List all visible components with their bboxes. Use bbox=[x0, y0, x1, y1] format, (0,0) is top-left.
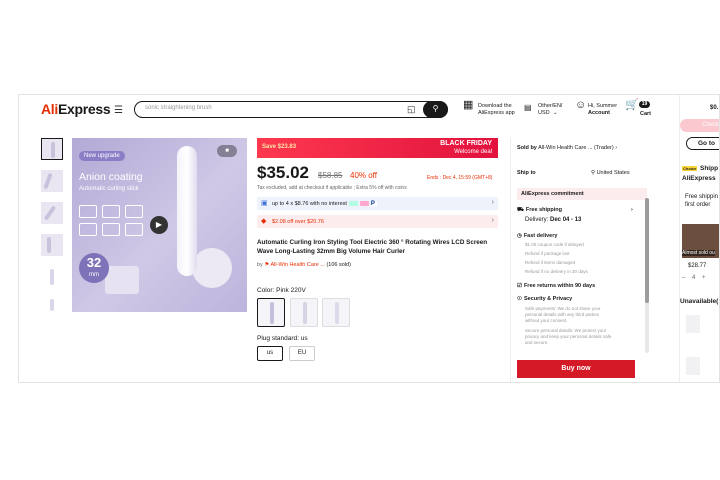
chevron-right-icon: › bbox=[491, 199, 494, 206]
save-amount: Save $23.83 bbox=[262, 144, 297, 150]
color-label: Color: Pink 220V bbox=[257, 287, 306, 294]
chevron-right-icon: › bbox=[615, 145, 618, 151]
paypal-icon: P bbox=[370, 200, 377, 207]
gallery-thumbnail[interactable] bbox=[41, 234, 63, 256]
feature-icon bbox=[102, 223, 120, 236]
clock-icon: ◷ bbox=[517, 233, 522, 239]
image-headline: Anion coating bbox=[79, 171, 143, 183]
truck-icon: ⛟ bbox=[517, 207, 524, 213]
card-icon: ▣ bbox=[261, 200, 268, 207]
black-friday-banner: Save $23.83 BLACK FRIDAY Welcome deal bbox=[257, 138, 498, 158]
tax-note: Tax excluded, add at checkout if applica… bbox=[257, 185, 407, 191]
cart-count-badge: 19 bbox=[639, 101, 650, 108]
product-title: Automatic Curling Iron Styling Tool Elec… bbox=[257, 239, 488, 255]
product-curler-base bbox=[192, 248, 232, 288]
plug-option-us[interactable]: us bbox=[257, 346, 283, 361]
installment-offer[interactable]: ▣ up to 4 x $8.76 with no interest P › bbox=[257, 197, 498, 210]
store-byline: by ⚑ All-Win Health Care ... (106 sold) bbox=[257, 262, 351, 268]
gallery-thumbnail[interactable] bbox=[41, 170, 63, 192]
go-to-cart-button[interactable]: Go to bbox=[686, 137, 719, 150]
image-subline: Automatic curling stick bbox=[79, 186, 139, 192]
video-toggle-button[interactable]: ■ bbox=[217, 145, 237, 157]
search-icon: ⚲ bbox=[432, 104, 439, 113]
fast-delivery-item: Refund if no delivery in 30 days bbox=[525, 269, 588, 274]
chevron-right-icon: › bbox=[491, 217, 494, 224]
color-option[interactable] bbox=[322, 298, 350, 327]
chevron-right-icon: › bbox=[631, 207, 633, 213]
scrollbar-thumb[interactable] bbox=[645, 198, 649, 303]
unavailable-item-image bbox=[686, 315, 700, 333]
fast-delivery-item: Refund if package lost bbox=[525, 251, 570, 256]
event-title: BLACK FRIDAY bbox=[440, 140, 492, 147]
cart-preview-panel: $0. Check Go to Choice Shipp AliExpress … bbox=[679, 95, 719, 382]
menu-icon[interactable]: ☰ bbox=[114, 105, 123, 116]
sold-by-row[interactable]: Sold by All-Win Health Care ... (Trader)… bbox=[517, 145, 617, 151]
afterpay-icon bbox=[348, 200, 358, 206]
free-shipping-row[interactable]: ⛟ Free shipping › bbox=[517, 207, 633, 214]
gallery-thumbnail[interactable] bbox=[41, 296, 63, 318]
gallery-thumbnail[interactable] bbox=[41, 266, 63, 288]
location-icon: ⚲ bbox=[591, 170, 596, 176]
new-upgrade-badge: New upgrade bbox=[79, 151, 125, 161]
ship-to-selector[interactable]: ⚲ United States bbox=[591, 170, 630, 176]
us-flag-icon: ▤ bbox=[524, 103, 532, 112]
product-stand bbox=[105, 266, 139, 294]
main-product-image[interactable]: New upgrade Anion coating Automatic curl… bbox=[72, 138, 247, 312]
commitment-header: AliExpress commitment bbox=[517, 188, 647, 200]
checkout-button[interactable]: Check bbox=[680, 119, 719, 132]
camera-icon[interactable]: ◱ bbox=[407, 104, 416, 115]
coupon-icon: ◆ bbox=[261, 218, 267, 225]
sold-count: (106 sold) bbox=[326, 262, 351, 268]
gallery-thumbnail[interactable] bbox=[41, 138, 63, 160]
gallery-thumbnail[interactable] bbox=[41, 202, 63, 224]
feature-icon bbox=[102, 205, 120, 218]
feature-icon bbox=[79, 205, 97, 218]
event-subtitle: Welcome deal bbox=[454, 149, 492, 155]
original-price: $58.85 bbox=[318, 171, 343, 180]
unavailable-item-image bbox=[686, 357, 700, 375]
video-icon: ■ bbox=[225, 148, 229, 154]
cart-item-price: $28.77 bbox=[688, 263, 707, 269]
coupon-offer[interactable]: ◆ $2.08 off over $20.76 › bbox=[257, 215, 498, 228]
current-price: $35.02 bbox=[257, 163, 309, 182]
security-row: ☉ Security & Privacy bbox=[517, 296, 573, 302]
play-icon: ▶ bbox=[155, 220, 163, 229]
choice-badge: Choice bbox=[682, 166, 698, 171]
aliexpress-logo[interactable]: AliExpress bbox=[41, 101, 111, 117]
header: AliExpress ☰ sonic straightening brush ◱… bbox=[41, 99, 652, 118]
free-returns-row: ☑ Free returns within 90 days bbox=[517, 283, 596, 289]
fast-delivery-row: ◷ Fast delivery bbox=[517, 233, 558, 239]
chevron-down-icon: ⌄ bbox=[553, 110, 558, 116]
fast-delivery-item: Refund if items damaged bbox=[525, 260, 576, 265]
deal-end-time: Ends : Dec 4, 15:59 (GMT+8) bbox=[427, 175, 493, 181]
qty-stepper[interactable]: – 4 + bbox=[682, 275, 706, 281]
cart-icon: 🛒 bbox=[625, 99, 639, 111]
store-link[interactable]: ⚑ All-Win Health Care ... bbox=[264, 262, 325, 268]
search-bar[interactable]: sonic straightening brush ◱ ⚲ bbox=[134, 101, 448, 118]
fast-delivery-item: $1.00 coupon code if delayed bbox=[525, 242, 584, 247]
purchase-panel: Sold by All-Win Health Care ... (Trader)… bbox=[510, 138, 652, 382]
shield-icon: ☉ bbox=[517, 296, 522, 302]
plug-label: Plug standard: us bbox=[257, 335, 308, 342]
buy-now-button[interactable]: Buy now bbox=[517, 360, 635, 378]
qr-code-icon: ▦ bbox=[463, 99, 474, 111]
color-option[interactable] bbox=[257, 298, 285, 327]
user-icon: ☺ bbox=[575, 99, 587, 111]
feature-icon bbox=[125, 223, 143, 236]
color-option[interactable] bbox=[290, 298, 318, 327]
feature-icon bbox=[125, 205, 143, 218]
search-button[interactable]: ⚲ bbox=[423, 101, 448, 118]
page-frame: AliExpress ☰ sonic straightening brush ◱… bbox=[18, 94, 720, 383]
product-curler bbox=[177, 146, 197, 276]
discount-label: 40% off bbox=[350, 171, 377, 180]
play-video-button[interactable]: ▶ bbox=[150, 216, 168, 234]
klarna-icon bbox=[359, 200, 369, 206]
size-badge: 32 mm bbox=[79, 253, 109, 283]
feature-icon bbox=[79, 223, 97, 236]
search-input[interactable]: sonic straightening brush bbox=[145, 105, 212, 111]
delivery-date: Delivery: Dec 04 - 13 bbox=[525, 217, 582, 223]
return-icon: ☑ bbox=[517, 283, 522, 289]
plug-option-eu[interactable]: EU bbox=[289, 346, 315, 361]
ship-to-label: Ship to bbox=[517, 170, 536, 176]
